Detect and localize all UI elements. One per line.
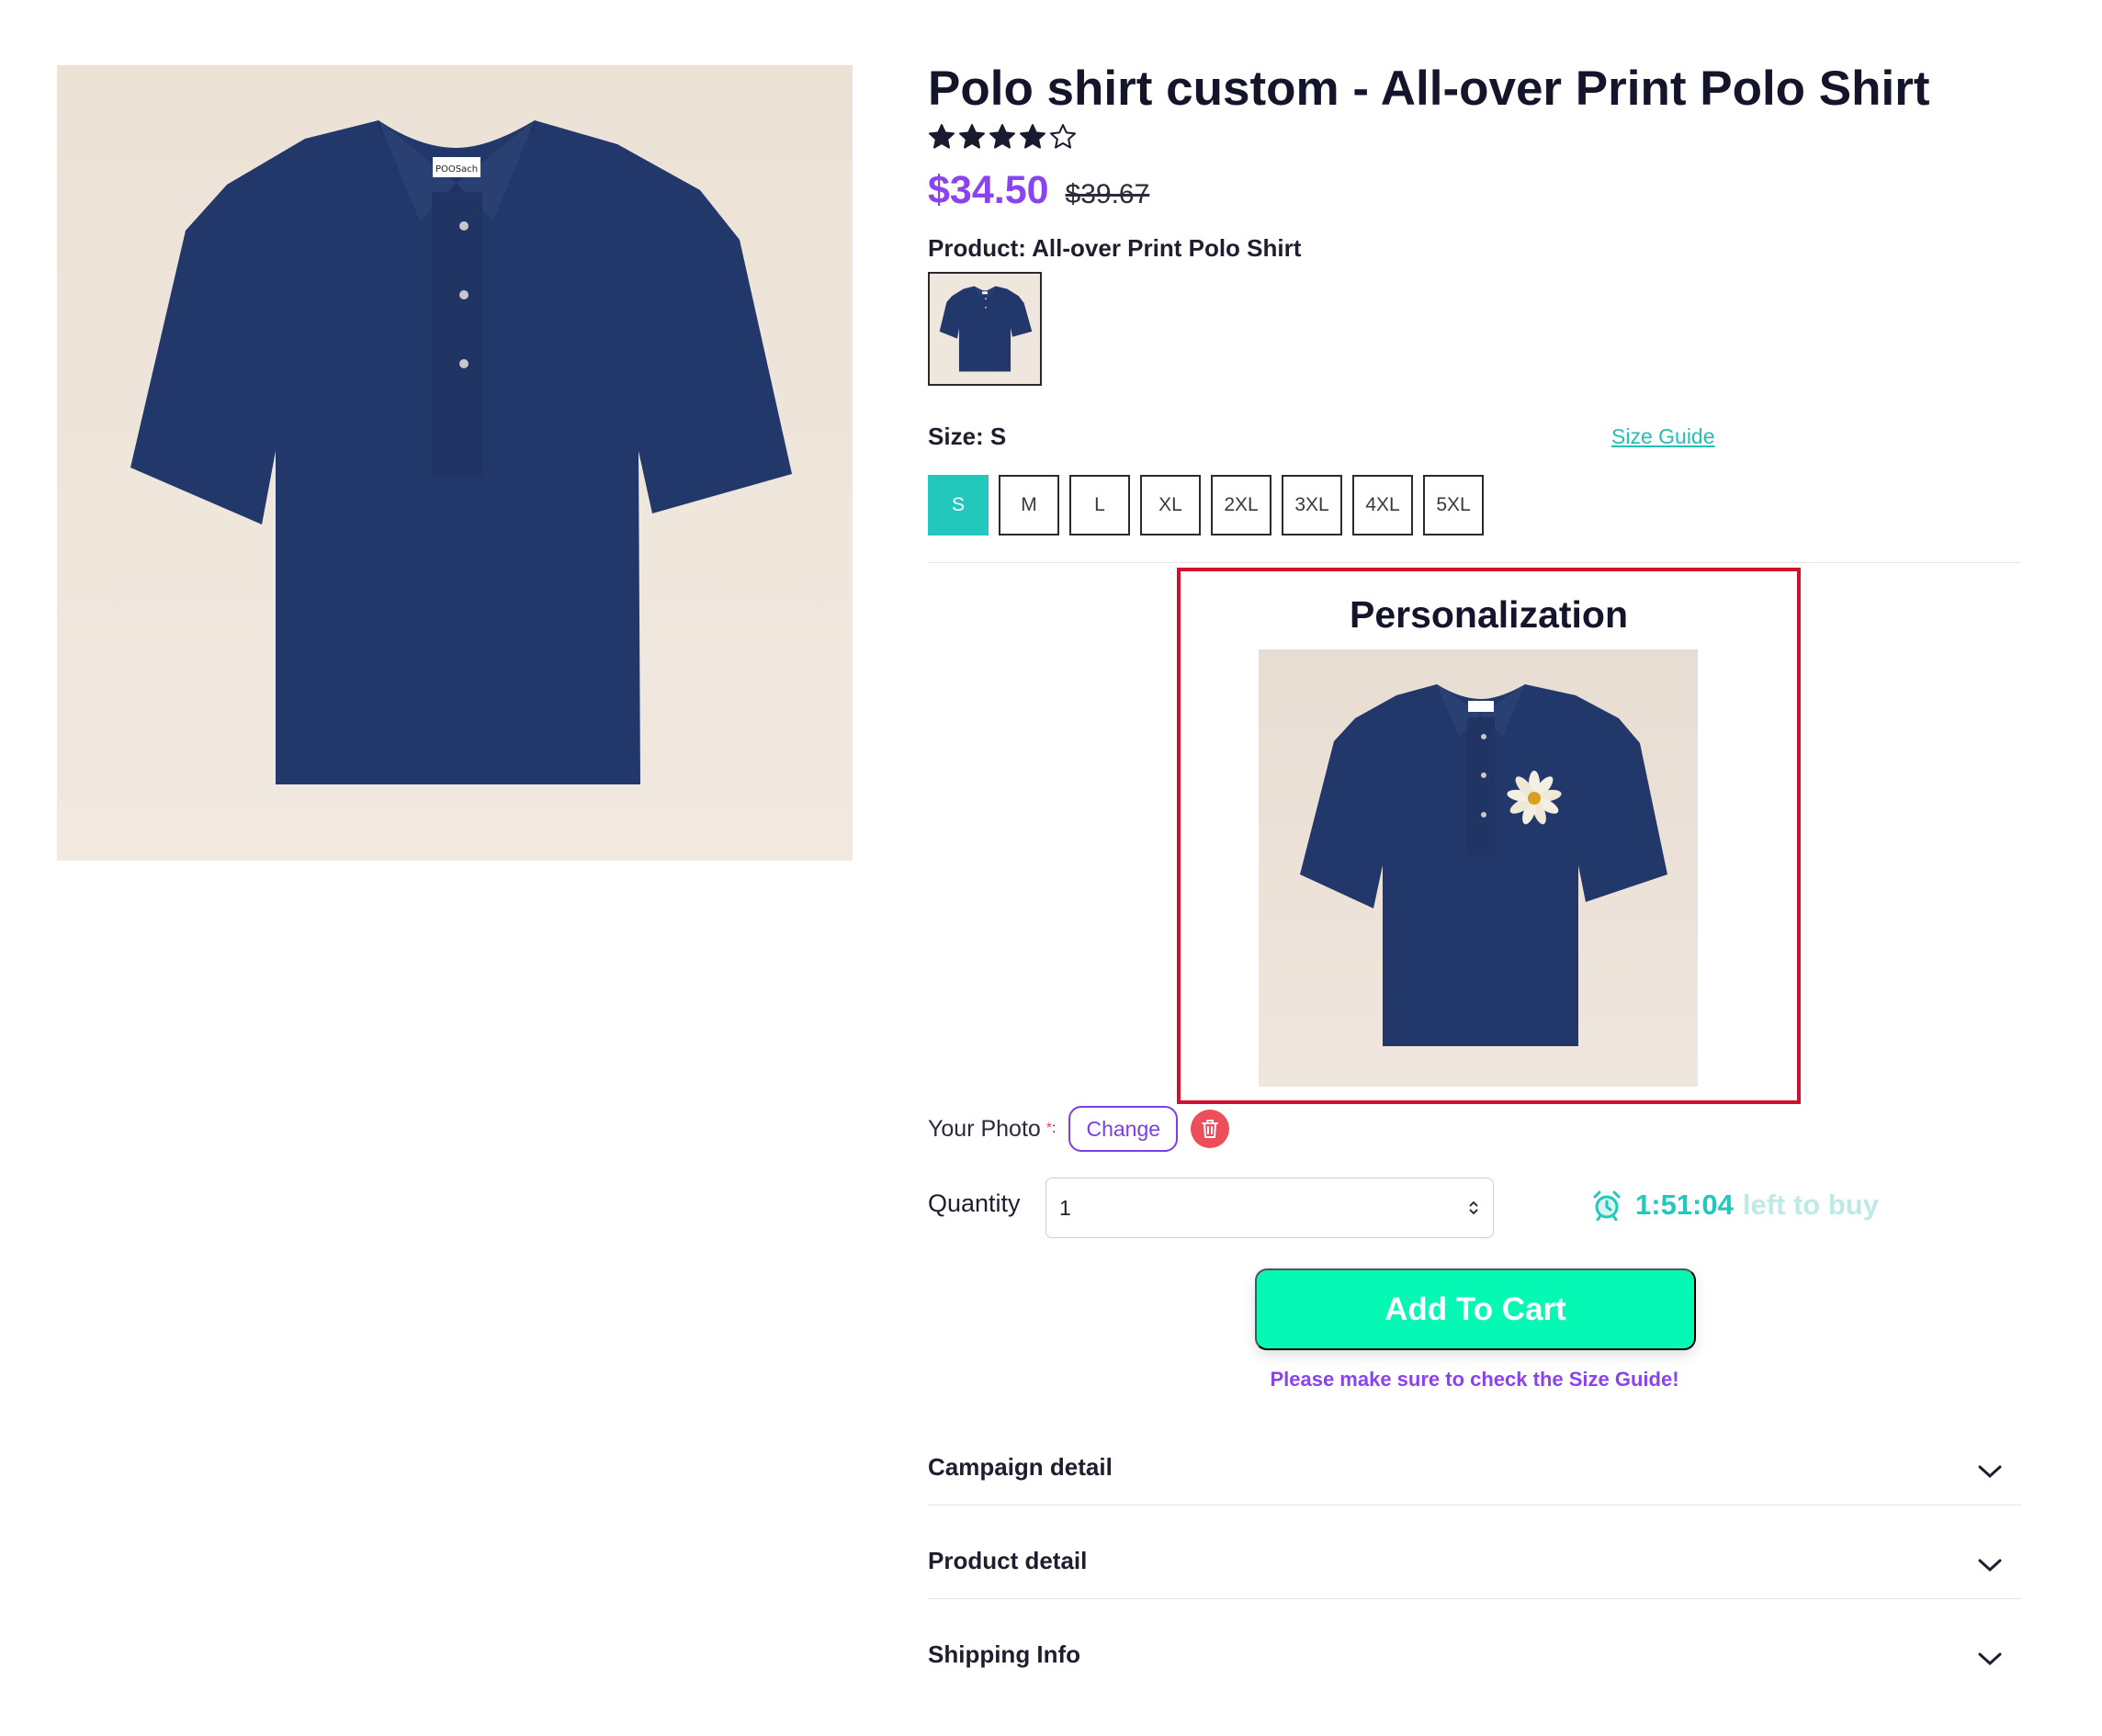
- rating-stars: [928, 123, 1077, 151]
- size-option-3xl[interactable]: 3XL: [1282, 475, 1342, 535]
- size-option-5xl[interactable]: 5XL: [1423, 475, 1484, 535]
- accordion-title: Shipping Info: [928, 1640, 1081, 1668]
- section-divider: [928, 562, 2021, 563]
- star-filled-icon: [929, 124, 955, 149]
- change-photo-button[interactable]: Change: [1068, 1106, 1179, 1152]
- timer-text: left to buy: [1742, 1189, 1879, 1221]
- personalization-box: Personalization: [1177, 568, 1801, 1104]
- polo-shirt-thumbnail-image: [939, 286, 1033, 372]
- original-price: $39.67: [1065, 179, 1150, 209]
- product-variant-label: Product: All-over Print Polo Shirt: [928, 234, 1302, 262]
- size-options: S M L XL 2XL 3XL 4XL 5XL: [928, 475, 1484, 535]
- star-filled-icon: [989, 124, 1015, 149]
- star-empty-icon: [1050, 124, 1076, 149]
- quantity-label: Quantity: [928, 1189, 1021, 1217]
- size-option-xl[interactable]: XL: [1140, 475, 1201, 535]
- product-title: Polo shirt custom - All-over Print Polo …: [928, 62, 1930, 116]
- delete-photo-button[interactable]: [1191, 1110, 1230, 1148]
- accordion-product-detail[interactable]: Product detail: [928, 1506, 2021, 1599]
- size-option-m[interactable]: M: [999, 475, 1059, 535]
- trash-icon: [1202, 1120, 1219, 1138]
- chevron-down-icon: [1978, 1559, 2002, 1573]
- quantity-value: 1: [1059, 1195, 1071, 1220]
- size-option-2xl[interactable]: 2XL: [1211, 475, 1271, 535]
- star-filled-icon: [1020, 124, 1045, 149]
- timer-time: 1:51:04: [1635, 1189, 1734, 1221]
- product-info-panel: Polo shirt custom - All-over Print Polo …: [928, 0, 2021, 1736]
- chevron-down-icon: [1978, 1465, 2002, 1479]
- accordion-campaign-detail[interactable]: Campaign detail: [928, 1413, 2021, 1505]
- alarm-clock-icon: [1593, 1190, 1621, 1221]
- product-variant-thumbnail[interactable]: [928, 272, 1042, 386]
- size-label: Size: S: [928, 423, 1007, 450]
- size-guide-note: Please make sure to check the Size Guide…: [1270, 1368, 1679, 1391]
- accordion-shipping-info[interactable]: Shipping Info: [928, 1600, 2021, 1693]
- accordion-title: Product detail: [928, 1547, 1088, 1574]
- price-row: $34.50 $39.67: [928, 168, 1149, 213]
- size-option-l[interactable]: L: [1069, 475, 1130, 535]
- size-option-s[interactable]: S: [928, 475, 989, 535]
- personalized-shirt-image: [1300, 684, 1667, 1046]
- polo-shirt-image: POOSach: [130, 120, 792, 784]
- size-guide-link[interactable]: Size Guide: [1611, 424, 1715, 449]
- size-option-4xl[interactable]: 4XL: [1352, 475, 1413, 535]
- countdown-timer: 1:51:04 left to buy: [1591, 1189, 1879, 1222]
- accordion-title: Campaign detail: [928, 1453, 1113, 1481]
- personalization-title: Personalization: [1349, 593, 1628, 636]
- star-filled-icon: [959, 124, 985, 149]
- photo-label: Your Photo: [928, 1115, 1041, 1142]
- main-product-image: POOSach: [57, 65, 853, 861]
- add-to-cart-button[interactable]: Add To Cart: [1255, 1268, 1696, 1350]
- current-price: $34.50: [928, 168, 1049, 212]
- stepper-arrows-icon[interactable]: [1467, 1198, 1480, 1218]
- svg-text:POOSach: POOSach: [435, 164, 478, 175]
- chevron-down-icon: [1978, 1652, 2002, 1666]
- quantity-stepper[interactable]: 1: [1045, 1178, 1494, 1238]
- photo-upload-row: Your Photo *: Change: [928, 1106, 1230, 1152]
- photo-label-colon: :: [1052, 1121, 1057, 1136]
- personalization-preview: [1259, 649, 1698, 1087]
